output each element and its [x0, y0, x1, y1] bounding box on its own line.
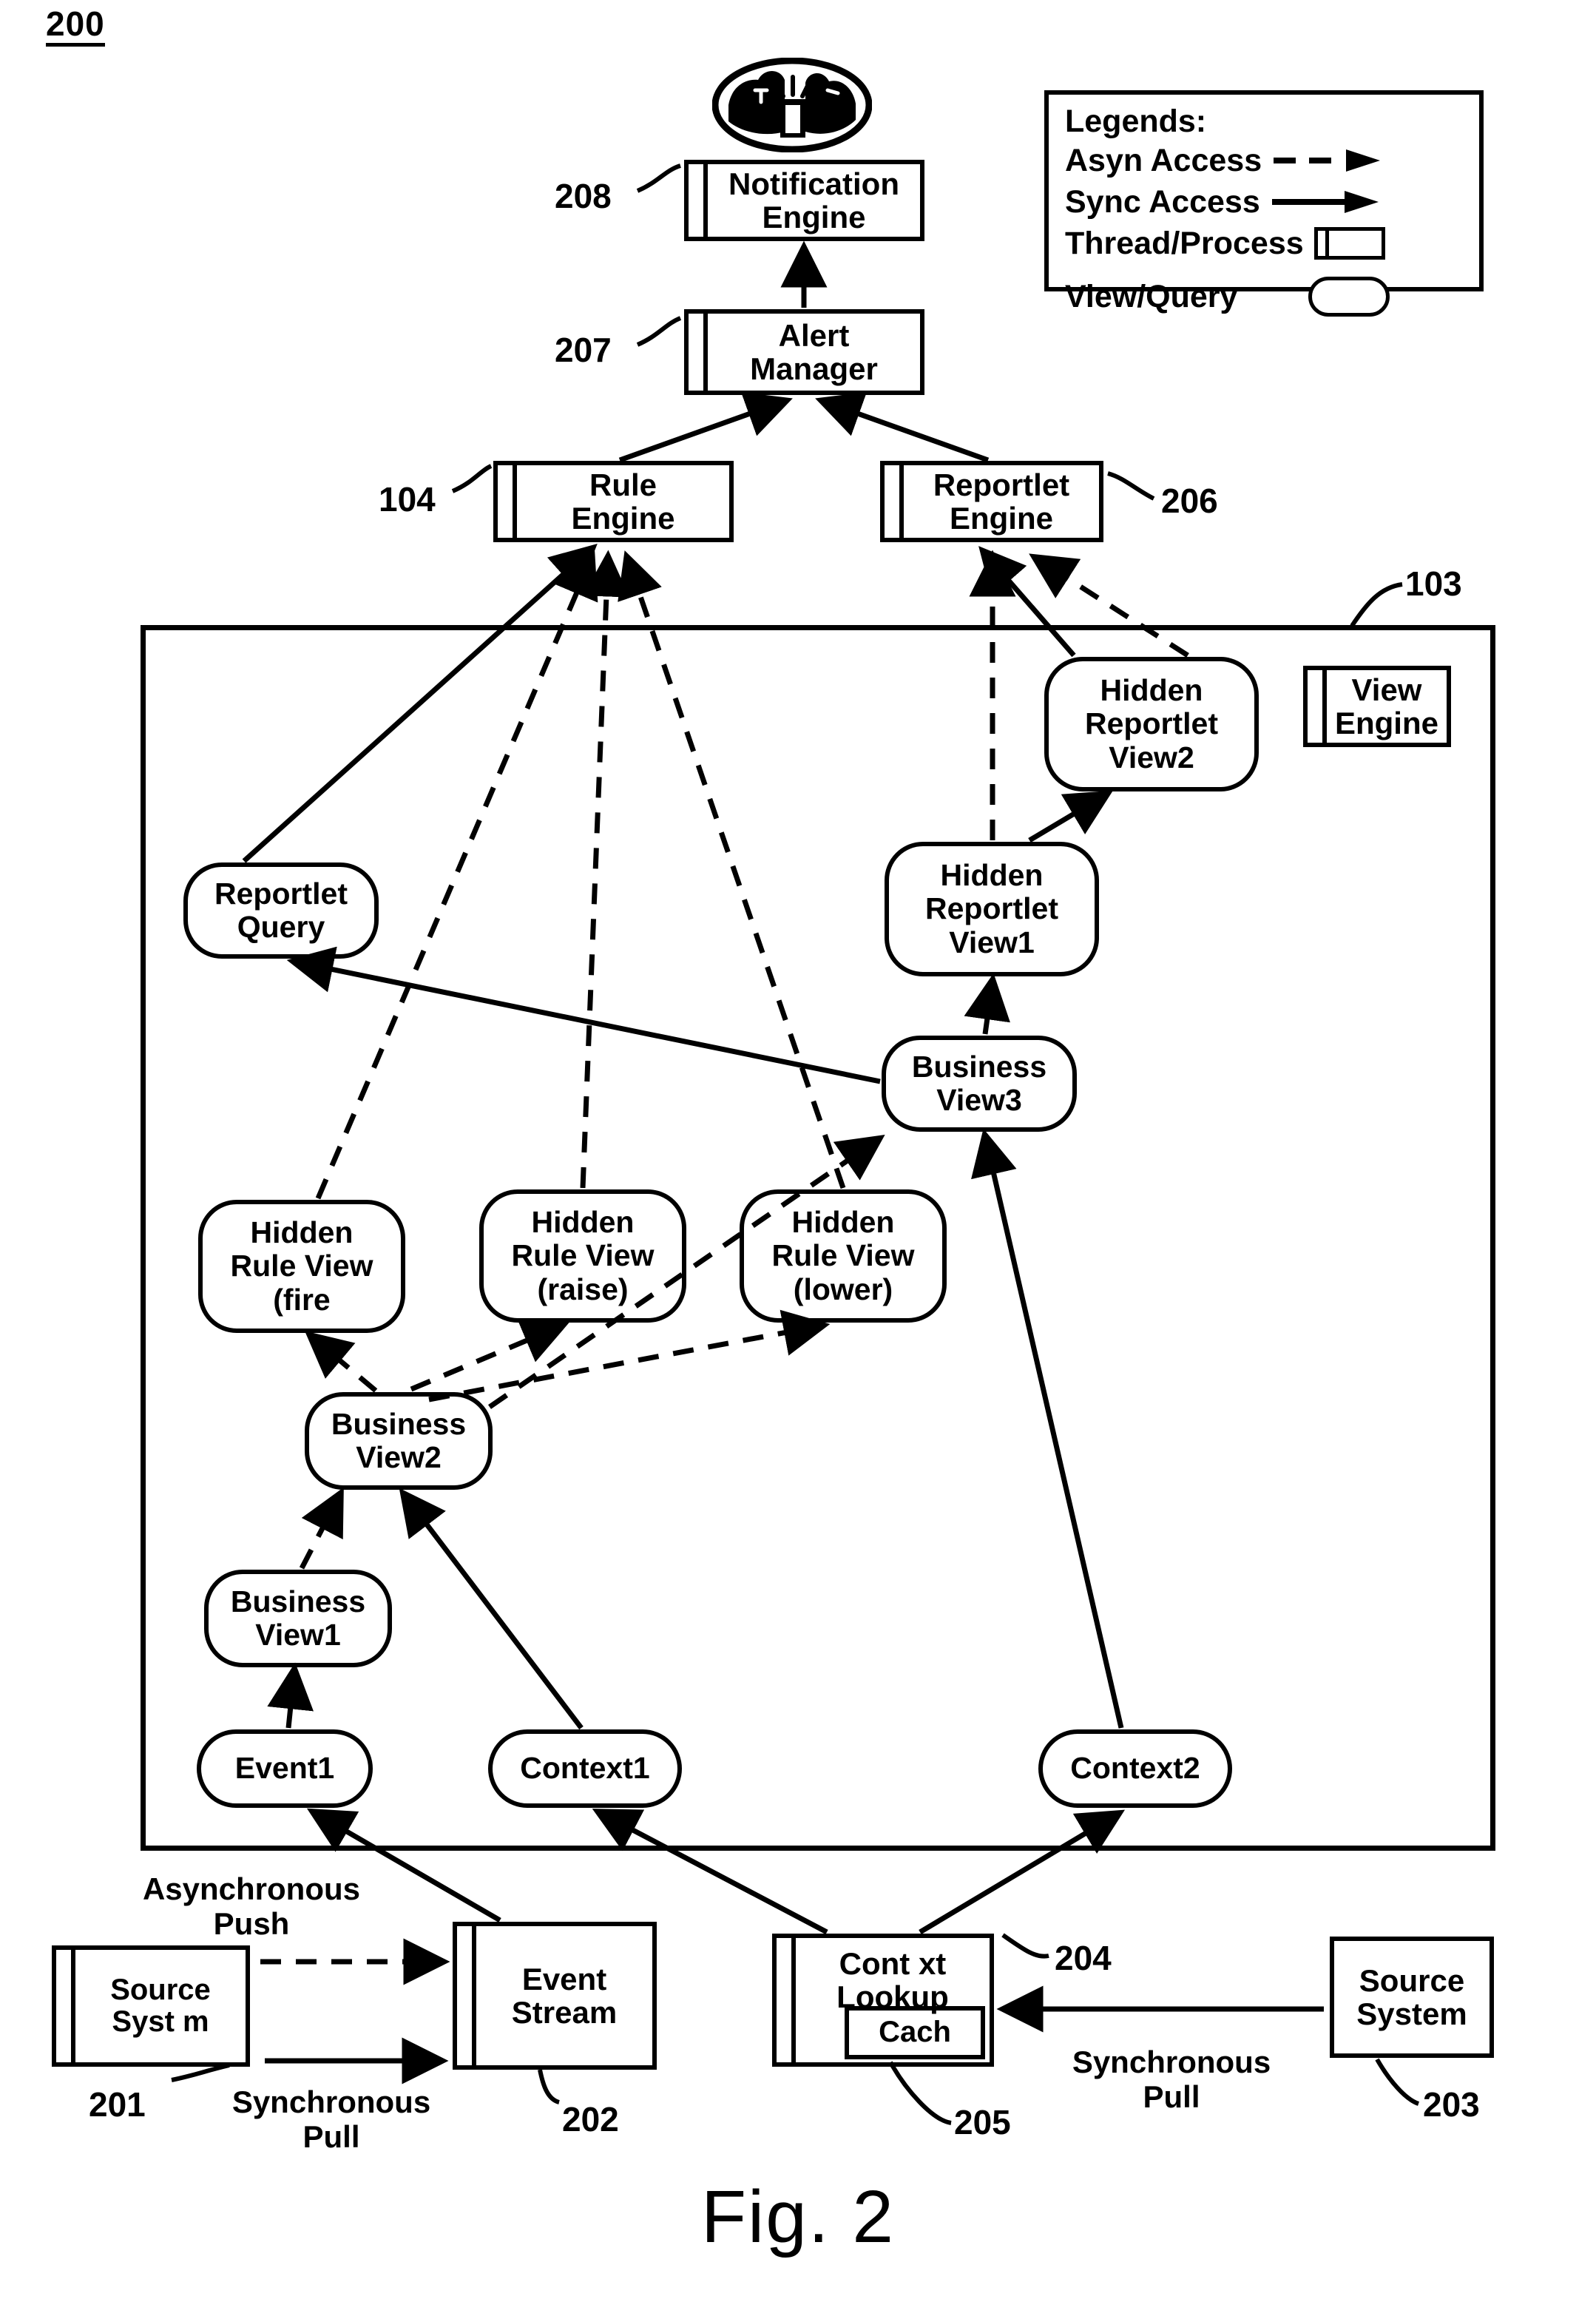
legend-label-thread-process: Thread/Process: [1065, 225, 1304, 261]
legend-label-sync-access: Sync Access: [1065, 183, 1260, 220]
reportlet-query-node[interactable]: Reportlet Query: [183, 862, 379, 959]
notification-engine-box[interactable]: Notification Engine: [684, 160, 924, 241]
solid-arrow-icon: [1271, 189, 1382, 215]
context2-node[interactable]: Context2: [1038, 1729, 1232, 1808]
source-system-right-box[interactable]: Source System: [1330, 1937, 1494, 2058]
business-view2-label: Business View2: [331, 1406, 467, 1474]
leader-204: [1001, 1933, 1049, 1959]
context-lookup-label: Cont xt Lookup: [836, 1946, 949, 2015]
figure-caption: Fig. 2: [700, 2175, 896, 2258]
business-view3-node[interactable]: Business View3: [882, 1036, 1077, 1132]
edge-reportlet-engine-to-alert: [815, 391, 990, 463]
context2-label: Context2: [1070, 1751, 1200, 1786]
hidden-reportlet-view1-label: Hidden Reportlet View1: [925, 858, 1058, 959]
hidden-rule-view-raise-node[interactable]: Hidden Rule View (raise): [479, 1189, 686, 1323]
ref-204: 204: [1055, 1939, 1112, 1977]
business-view3-label: Business View3: [911, 1049, 1047, 1117]
view-engine-box[interactable]: View Engine: [1303, 666, 1451, 747]
leader-208: [636, 163, 681, 193]
legend-row-view-query: View/Query: [1065, 276, 1479, 317]
hidden-rule-view-fire-label: Hidden Rule View (fire: [230, 1215, 373, 1317]
hidden-rule-view-lower-node[interactable]: Hidden Rule View (lower): [740, 1189, 947, 1323]
ref-208: 208: [555, 177, 612, 215]
business-view1-label: Business View1: [230, 1584, 366, 1652]
ref-104: 104: [379, 480, 436, 519]
legend-box: Legends: Asyn Access Sync Access Thread/…: [1044, 90, 1484, 317]
business-view1-node[interactable]: Business View1: [204, 1570, 392, 1667]
reportlet-engine-box[interactable]: Reportlet Engine: [880, 461, 1103, 542]
notification-people-icon: [711, 57, 873, 153]
context1-label: Context1: [520, 1751, 650, 1786]
event-stream-box[interactable]: Event Stream: [453, 1922, 657, 2070]
source-system-left-label: Source Syst m: [110, 1973, 211, 2038]
legend-row-sync-access: Sync Access: [1065, 181, 1479, 223]
async-push-annotation: Asynchronous Push: [142, 1871, 361, 1942]
view-query-shape-icon: [1308, 277, 1390, 317]
source-system-right-label: Source System: [1356, 1962, 1467, 2031]
rule-engine-box[interactable]: Rule Engine: [493, 461, 734, 542]
leader-103: [1350, 582, 1403, 627]
leader-202: [538, 2069, 561, 2104]
legend-title: Legends:: [1065, 104, 1207, 139]
leader-207: [636, 316, 682, 347]
legend-row-thread-process: Thread/Process: [1065, 223, 1479, 264]
ref-103: 103: [1405, 564, 1462, 603]
business-view2-node[interactable]: Business View2: [305, 1392, 493, 1490]
event1-node[interactable]: Event1: [197, 1729, 373, 1808]
hidden-rule-view-lower-label: Hidden Rule View (lower): [771, 1205, 915, 1306]
ref-202: 202: [562, 2100, 619, 2138]
notification-engine-label: Notification Engine: [728, 166, 899, 234]
leader-104: [451, 464, 493, 493]
leader-201: [171, 2063, 230, 2082]
context1-node[interactable]: Context1: [488, 1729, 682, 1808]
legend-label-asyn-access: Asyn Access: [1065, 142, 1262, 178]
rule-engine-label: Rule Engine: [571, 467, 675, 536]
event-stream-label: Event Stream: [511, 1961, 618, 2030]
dashed-arrow-icon: [1272, 148, 1383, 173]
alert-manager-label: Alert Manager: [750, 317, 878, 386]
hidden-reportlet-view1-node[interactable]: Hidden Reportlet View1: [885, 842, 1099, 976]
reportlet-query-label: Reportlet Query: [214, 876, 348, 944]
source-system-left-box[interactable]: Source Syst m: [52, 1945, 250, 2067]
ref-206: 206: [1161, 482, 1218, 520]
edge-rule-engine-to-alert: [618, 391, 793, 463]
legend-label-view-query: View/Query: [1065, 278, 1238, 314]
leader-203: [1375, 2058, 1420, 2106]
alert-manager-box[interactable]: Alert Manager: [684, 309, 924, 395]
hidden-rule-view-raise-label: Hidden Rule View (raise): [511, 1205, 655, 1306]
ref-207: 207: [555, 331, 612, 369]
leader-206: [1107, 471, 1155, 501]
hidden-reportlet-view2-label: Hidden Reportlet View2: [1085, 673, 1218, 774]
event1-label: Event1: [234, 1751, 335, 1786]
legend-row-asyn-access: Asyn Access: [1065, 140, 1479, 181]
hidden-rule-view-fire-node[interactable]: Hidden Rule View (fire: [198, 1200, 405, 1333]
view-engine-label: View Engine: [1334, 672, 1438, 740]
hidden-reportlet-view2-node[interactable]: Hidden Reportlet View2: [1044, 657, 1259, 791]
cache-label: Cach: [879, 2016, 951, 2049]
thread-process-shape-icon: [1313, 227, 1385, 260]
figure-reference-number: 200: [46, 6, 105, 47]
ref-205: 205: [954, 2103, 1011, 2141]
sync-pull-right-annotation: Synchronous Pull: [1072, 2045, 1271, 2115]
sync-pull-left-annotation: Synchronous Pull: [231, 2084, 431, 2155]
figure-canvas: 200 Notification Engine 208 Alert Manage…: [0, 0, 1596, 2299]
leader-205: [888, 2061, 952, 2125]
ref-201: 201: [89, 2085, 146, 2124]
ref-203: 203: [1423, 2085, 1480, 2124]
reportlet-engine-label: Reportlet Engine: [933, 467, 1070, 536]
